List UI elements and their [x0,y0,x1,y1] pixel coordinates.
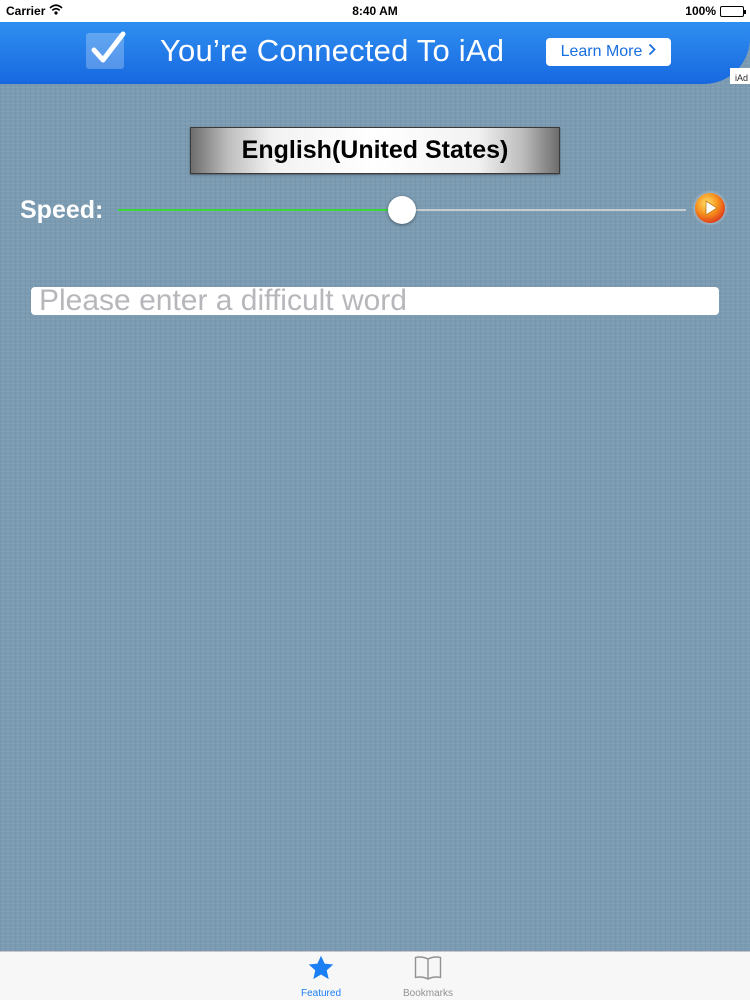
tab-featured-label: Featured [300,988,342,999]
chevron-right-icon [648,43,657,61]
slider-track-fill [118,209,402,211]
ad-banner[interactable]: You’re Connected To iAd Learn More [0,22,750,84]
ad-tag-area: iAd [730,68,750,84]
learn-more-button[interactable]: Learn More [546,38,671,66]
tab-bookmarks-label: Bookmarks [402,988,453,999]
play-button[interactable] [692,190,728,226]
status-bar: Carrier 8:40 AM 100% [0,0,750,22]
battery-percent: 100% [685,4,716,18]
book-icon [414,956,442,980]
tab-bookmarks[interactable]: Bookmarks [388,954,468,1000]
language-label: English(United States) [241,136,509,164]
star-icon [308,955,334,980]
tab-featured[interactable]: Featured [281,954,361,1000]
speed-label: Speed: [20,196,104,224]
play-icon [692,190,728,226]
battery-status: 100% [685,4,746,18]
language-select-button[interactable]: English(United States) [190,127,560,174]
status-time: 8:40 AM [352,4,398,18]
speed-slider[interactable] [118,194,686,226]
ad-headline: You’re Connected To iAd [160,33,505,68]
slider-thumb[interactable] [388,196,416,224]
checkmark-icon [86,31,126,69]
ad-tag: iAd [734,73,748,83]
battery-icon [720,5,746,17]
tab-bar: Featured Bookmarks [0,951,750,1000]
word-input[interactable] [31,287,719,315]
learn-more-label: Learn More [560,43,643,60]
